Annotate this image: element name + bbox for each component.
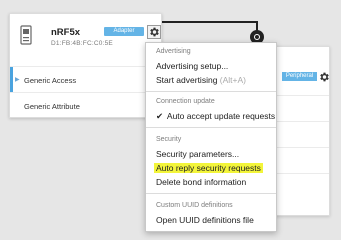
- menu-section-advertising: Advertising: [156, 48, 191, 55]
- checkmark-icon: ✔: [156, 111, 164, 121]
- menu-item-security-parameters[interactable]: Security parameters...: [156, 149, 239, 159]
- adapter-address: D1:FB:4B:FC:C0:5E: [51, 40, 113, 47]
- menu-item-label: Start advertising: [156, 75, 218, 85]
- peripheral-settings-gear-icon[interactable]: [318, 71, 330, 83]
- menu-item-advertising-setup[interactable]: Advertising setup...: [156, 61, 228, 71]
- adapter-settings-button[interactable]: [147, 25, 161, 39]
- menu-item-label: Auto accept update requests: [166, 111, 276, 121]
- gear-icon: [148, 26, 160, 38]
- menu-separator: [146, 193, 276, 194]
- menu-section-uuid: Custom UUID definitions: [156, 202, 233, 209]
- menu-item-shortcut: (Alt+A): [219, 75, 247, 85]
- service-label: Generic Access: [24, 76, 77, 85]
- adapter-settings-menu: Advertising Advertising setup... Start a…: [145, 42, 277, 232]
- adapter-card: nRF5x D1:FB:4B:FC:C0:5E Adapter ▶ Generi…: [9, 13, 162, 118]
- service-label: Generic Attribute: [24, 102, 80, 111]
- menu-item-open-uuid-file[interactable]: Open UUID definitions file: [156, 215, 254, 225]
- menu-section-connection-update: Connection update: [156, 98, 215, 105]
- menu-separator: [146, 127, 276, 128]
- menu-item-auto-accept-update[interactable]: ✔ Auto accept update requests: [156, 111, 275, 122]
- device-icon: [20, 25, 32, 45]
- service-row-generic-access[interactable]: ▶ Generic Access: [10, 66, 161, 92]
- connection-line: [162, 21, 258, 23]
- peripheral-badge: Peripheral: [282, 72, 317, 81]
- service-row-generic-attribute[interactable]: Generic Attribute: [10, 92, 161, 118]
- menu-item-start-advertising[interactable]: Start advertising (Alt+A): [156, 75, 246, 85]
- menu-separator: [146, 91, 276, 92]
- adapter-badge: Adapter: [104, 27, 144, 36]
- adapter-name: nRF5x: [51, 27, 81, 38]
- menu-item-delete-bond[interactable]: Delete bond information: [156, 177, 246, 187]
- menu-item-auto-reply-security[interactable]: Auto reply security requests: [154, 163, 263, 173]
- menu-section-security: Security: [156, 136, 182, 143]
- adapter-header: nRF5x D1:FB:4B:FC:C0:5E Adapter: [10, 14, 161, 66]
- chevron-right-icon: ▶: [15, 77, 20, 83]
